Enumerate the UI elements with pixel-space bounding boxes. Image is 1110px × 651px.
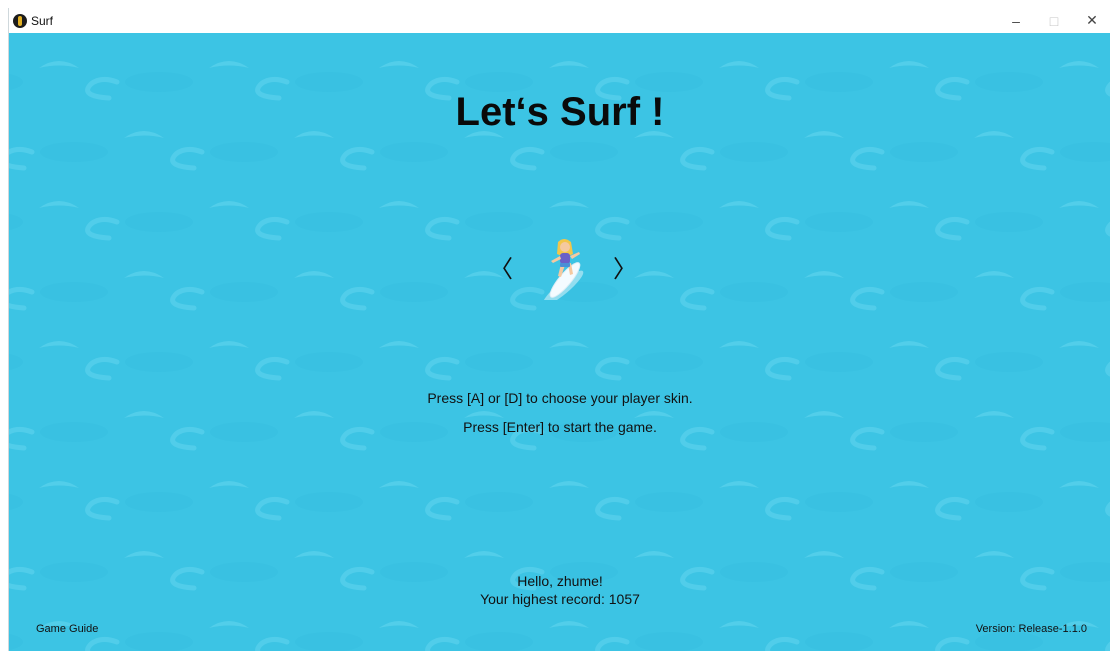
window-title: Surf [31, 13, 54, 28]
highest-record-text: Your highest record: 1057 [480, 591, 640, 607]
maximize-button[interactable]: □ [1035, 8, 1073, 33]
app-window: Surf – □ ✕ Let‘s Surf ! 〈 〉 Press [A] or… [8, 8, 1110, 651]
skin-instruction: Press [A] or [D] to choose your player s… [427, 390, 693, 406]
game-canvas[interactable]: Let‘s Surf ! 〈 〉 Press [A] or [D] to cho… [9, 33, 1110, 651]
title-bar[interactable]: Surf – □ ✕ [9, 8, 1110, 33]
start-instruction: Press [Enter] to start the game. [463, 419, 657, 435]
surf-app-icon [13, 13, 27, 28]
previous-skin-arrow[interactable]: 〈 [489, 255, 513, 285]
next-skin-arrow[interactable]: 〉 [613, 255, 637, 285]
game-guide-link[interactable]: Game Guide [36, 623, 98, 635]
game-title: Let‘s Surf ! [455, 90, 665, 134]
minimize-button[interactable]: – [997, 8, 1035, 33]
close-button[interactable]: ✕ [1073, 8, 1110, 33]
greeting-text: Hello, zhume! [517, 573, 603, 589]
window-controls: – □ ✕ [997, 8, 1110, 33]
surfer-icon [542, 239, 584, 300]
version-label: Version: Release-1.1.0 [975, 623, 1087, 635]
